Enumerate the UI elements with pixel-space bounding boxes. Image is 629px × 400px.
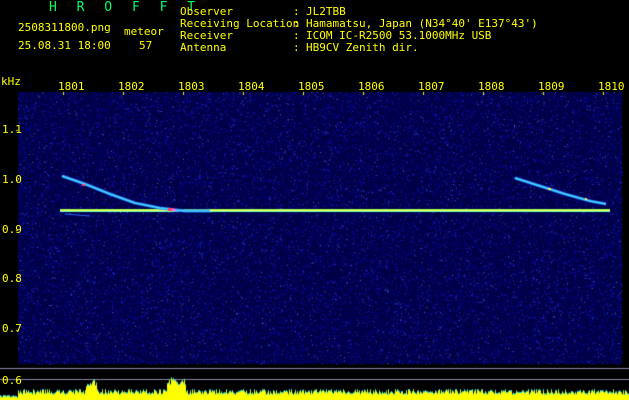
header-panel: H R O F F T 2508311800.png meteor 25.08.…: [0, 0, 629, 66]
x-tick-1806: 1806: [358, 80, 385, 93]
x-tick-1801: 1801: [58, 80, 85, 93]
spectrogram-canvas: [0, 66, 629, 400]
y-tick-0-9: 0.9: [2, 223, 22, 236]
meteor-count: 57: [139, 39, 153, 52]
field-sep-antenna: :: [293, 41, 300, 54]
x-tick-1803: 1803: [178, 80, 205, 93]
x-tick-1808: 1808: [478, 80, 505, 93]
x-tick-1804: 1804: [238, 80, 265, 93]
field-value-antenna: HB9CV Zenith dir.: [306, 41, 419, 54]
datetime-label: 25.08.31 18:00: [18, 39, 111, 52]
y-tick-1-0: 1.0: [2, 173, 22, 186]
meteor-label: meteor: [124, 25, 164, 38]
x-tick-1805: 1805: [298, 80, 325, 93]
y-tick-0-7: 0.7: [2, 322, 22, 335]
y-tick-1-1: 1.1: [2, 123, 22, 136]
filename-label: 2508311800.png: [18, 21, 111, 34]
x-tick-1809: 1809: [538, 80, 565, 93]
x-tick-1807: 1807: [418, 80, 445, 93]
y-tick-0-6: 0.6: [2, 374, 22, 387]
spectrogram-panel: kHz 1801 1802 1803 1804 1805 1806 1807 1…: [0, 66, 629, 400]
y-tick-0-8: 0.8: [2, 272, 22, 285]
x-tick-1810: 1810: [598, 80, 625, 93]
x-tick-1802: 1802: [118, 80, 145, 93]
field-label-antenna: Antenna: [180, 41, 227, 54]
y-unit-label: kHz: [1, 75, 21, 88]
brand-title: H R O F F T: [49, 0, 202, 15]
